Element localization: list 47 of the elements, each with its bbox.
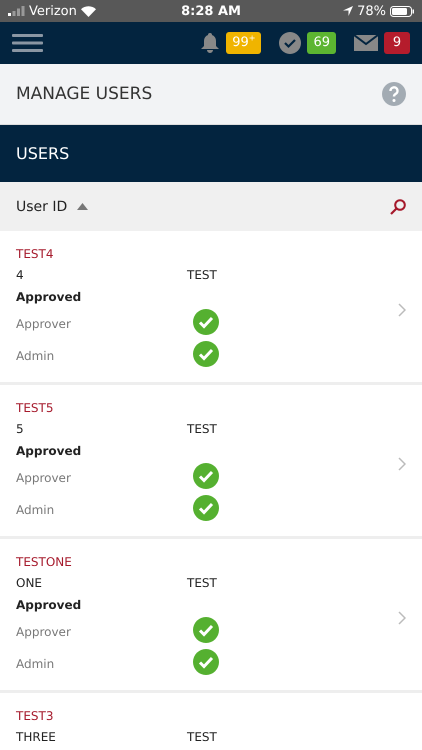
page-title: MANAGE USERS [16, 84, 154, 104]
role-label: Admin [16, 656, 56, 673]
last-name: TEST [187, 421, 218, 438]
clock-time: 8:28 AM [181, 4, 241, 18]
user-id: TEST4 [16, 247, 54, 261]
menu-icon[interactable] [12, 34, 43, 52]
user-list-item[interactable]: TEST3 THREE TEST [0, 693, 422, 750]
chevron-right-icon [398, 456, 406, 470]
signal-icon [8, 6, 25, 16]
user-id: TEST5 [16, 401, 54, 415]
role-label: Admin [16, 348, 56, 365]
last-name: TEST [187, 575, 218, 592]
first-name: 4 [16, 267, 25, 284]
user-id: TESTONE [16, 555, 73, 569]
carrier-label: Verizon [29, 4, 77, 18]
count-badge: 9 [384, 32, 410, 54]
sort-ascending-icon[interactable] [77, 203, 88, 210]
first-name: ONE [16, 575, 44, 592]
role-label: Approver [16, 316, 72, 333]
role-label: Approver [16, 470, 72, 487]
user-status: Approved [16, 443, 82, 460]
role-label: Approver [16, 624, 72, 641]
chevron-right-icon [398, 302, 406, 316]
last-name: TEST [187, 267, 218, 284]
search-icon[interactable] [390, 198, 406, 214]
user-status: Approved [16, 289, 82, 306]
user-list-item[interactable]: TEST4 4 TEST Approved Approver Admin [0, 231, 422, 385]
check-circle-icon[interactable] [279, 32, 302, 54]
sort-column-label[interactable]: User ID [16, 198, 68, 214]
first-name: THREE [16, 729, 57, 746]
user-id: TEST3 [16, 709, 54, 723]
count-badge: 99$^{+}$ [226, 32, 262, 54]
bell-icon[interactable] [200, 32, 220, 54]
section-title: USERS [16, 144, 70, 163]
user-status: Approved [16, 597, 82, 614]
battery-percent: 78% [357, 4, 386, 18]
mail-icon[interactable] [354, 35, 378, 51]
last-name: TEST [187, 729, 218, 746]
count-badge: 69 [307, 32, 336, 54]
first-name: 5 [16, 421, 25, 438]
role-label: Admin [16, 502, 56, 519]
battery-icon [390, 6, 414, 16]
user-list-item[interactable]: TESTONE ONE TEST Approved Approver Admin [0, 539, 422, 693]
user-list-item[interactable]: TEST5 5 TEST Approved Approver Admin [0, 385, 422, 539]
chevron-right-icon [398, 610, 406, 624]
location-arrow-icon [343, 6, 354, 16]
wifi-icon [80, 6, 96, 16]
